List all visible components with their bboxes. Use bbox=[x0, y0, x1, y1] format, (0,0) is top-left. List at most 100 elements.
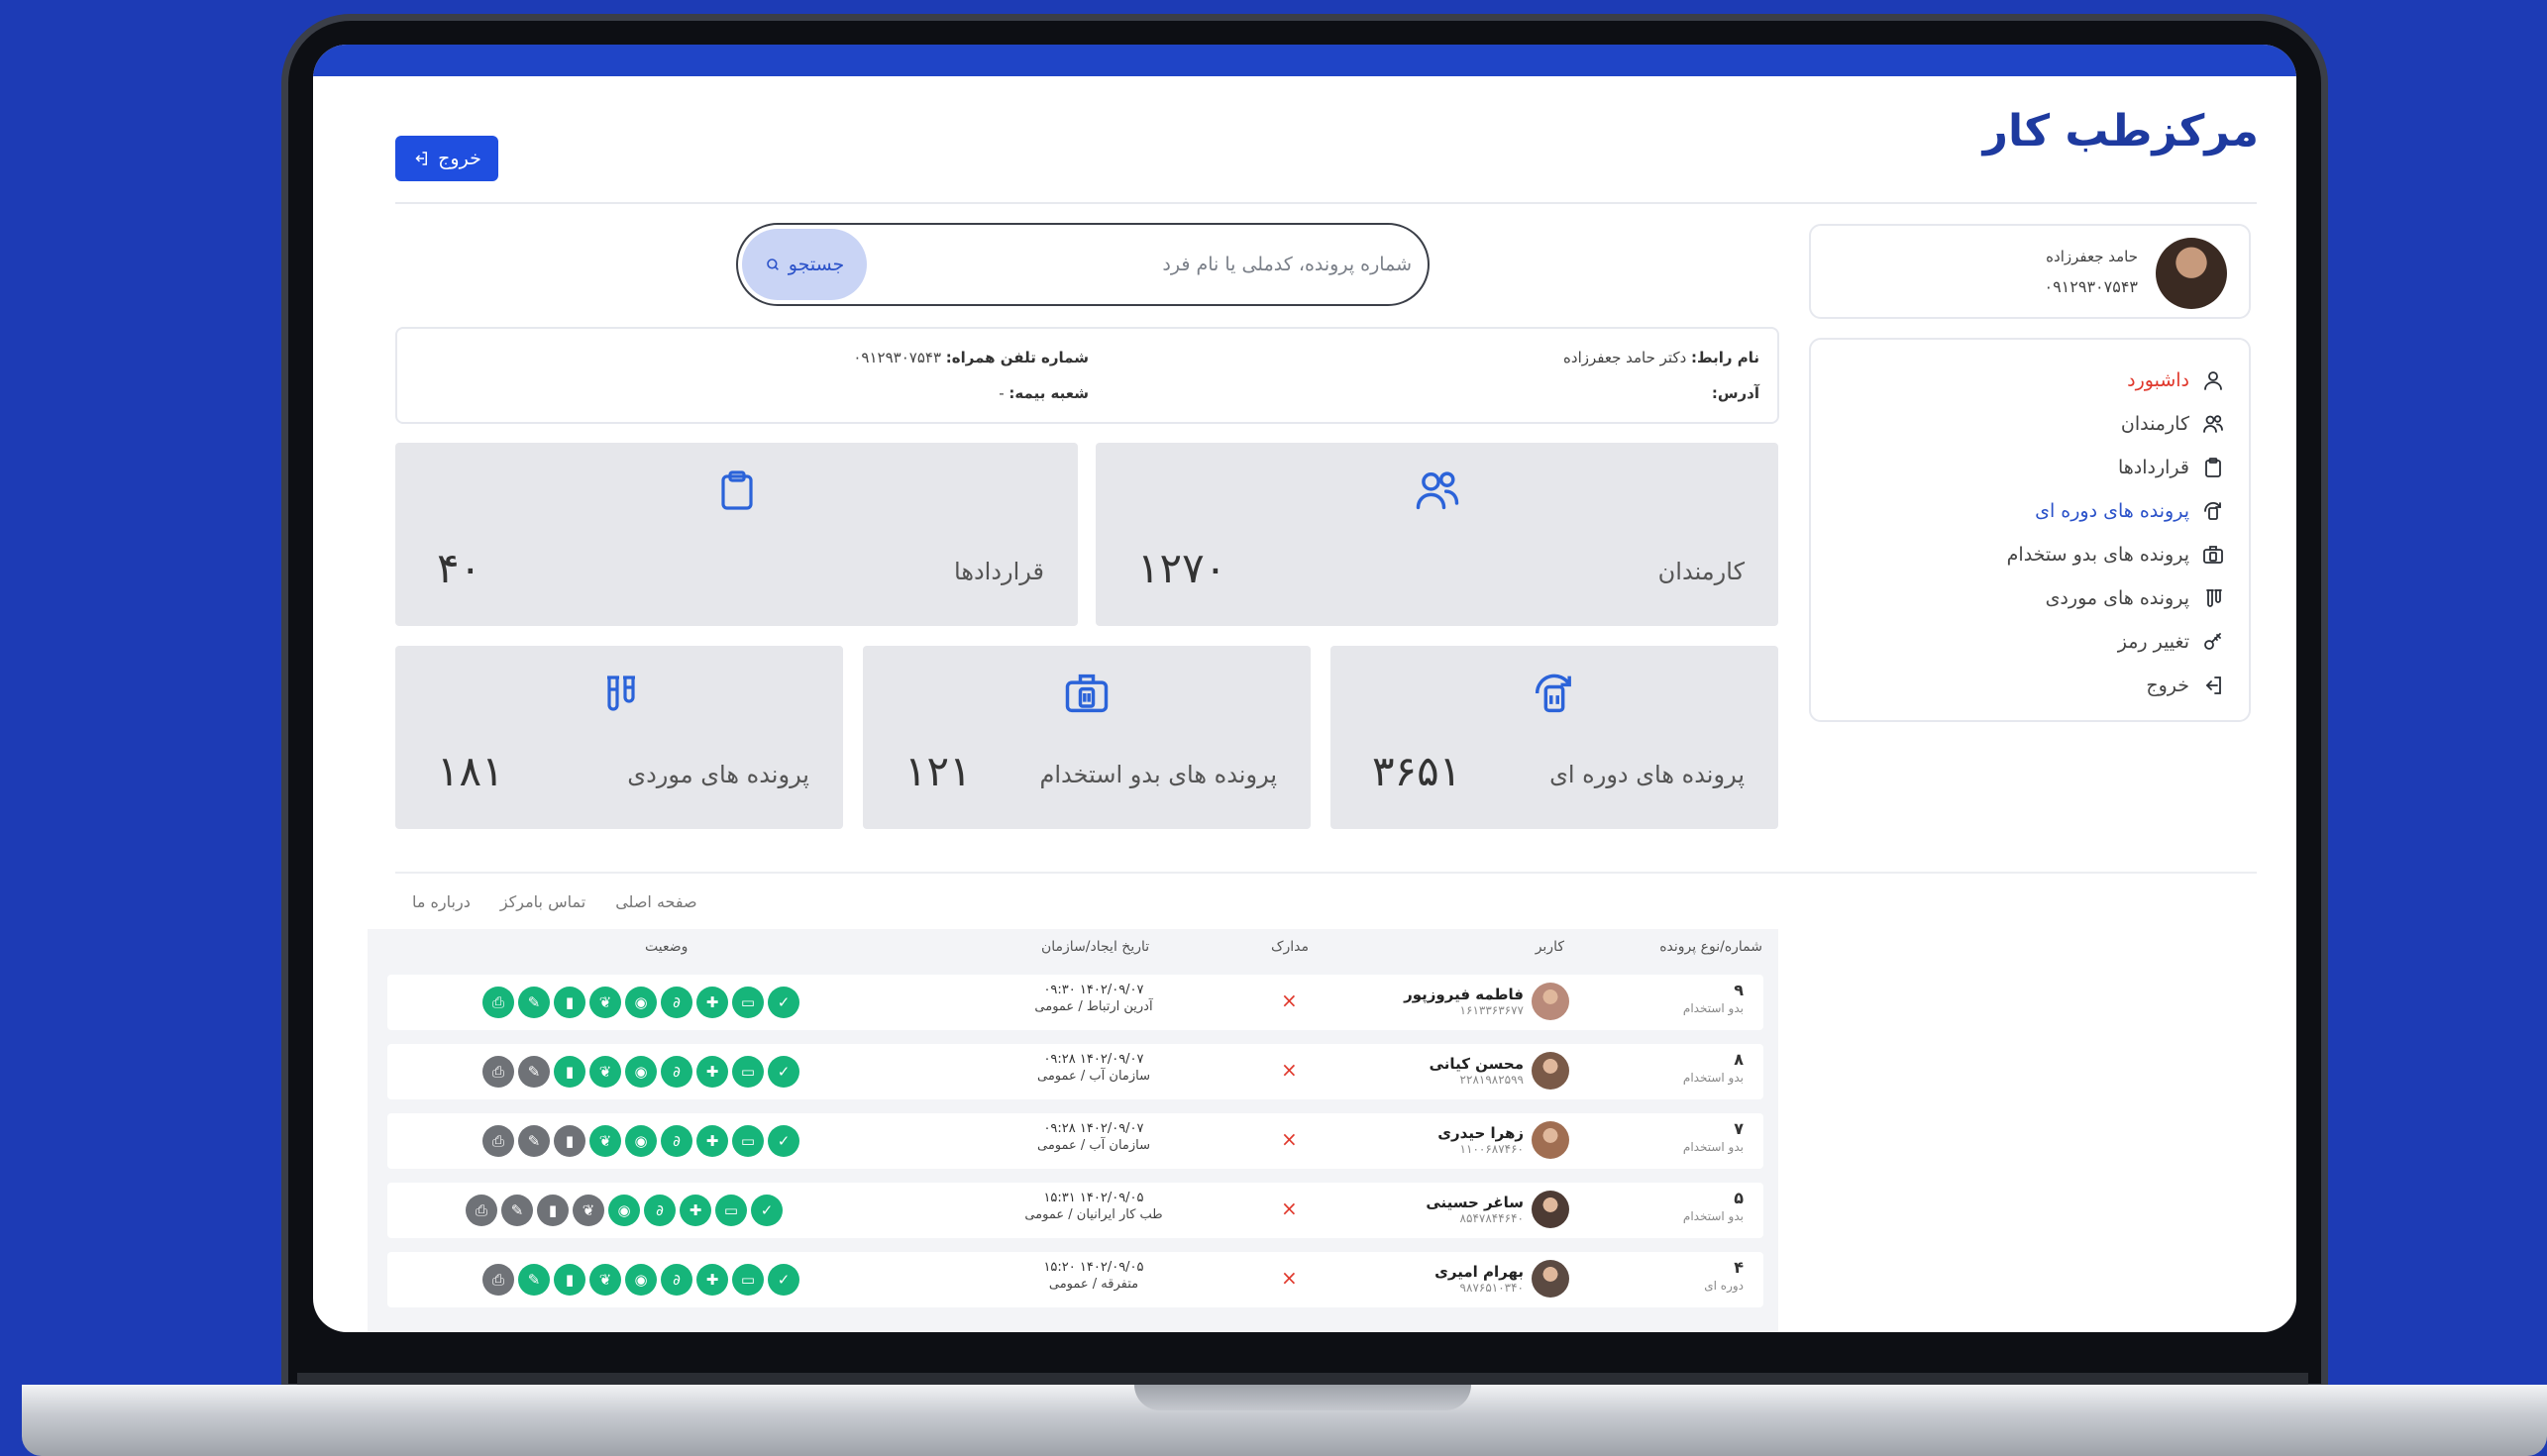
sidebar-item-7[interactable]: خروج bbox=[2146, 669, 2225, 702]
sidebar-item-label: تغییر رمز bbox=[2117, 631, 2189, 653]
date-cell: ۱۴۰۲/۰۹/۰۵ ۱۵:۳۱ طب کار ایرانیان / عمومی bbox=[1021, 1191, 1166, 1222]
table-row[interactable]: ۹ بدو استخدام فاطمه فیروزپور ۱۶۱۳۳۶۳۶۷۷ × ۱۴۰… bbox=[387, 975, 1763, 1030]
header-status: وضعیت bbox=[645, 939, 689, 955]
avatar bbox=[1532, 1260, 1569, 1298]
date-cell: ۱۴۰۲/۰۹/۰۷ ۰۹:۲۸ سازمان آب / عمومی bbox=[1021, 1052, 1166, 1084]
search-button-label: جستجو bbox=[788, 254, 845, 275]
sidebar-item-5[interactable]: پرونده های موردی bbox=[2046, 581, 2225, 615]
organization: سازمان آب / عمومی bbox=[1036, 1069, 1151, 1084]
stat-value: ۱۲۷۰ bbox=[1137, 544, 1227, 592]
file-number-cell: ۹ بدو استخدام bbox=[1683, 981, 1744, 1015]
search-input[interactable] bbox=[897, 239, 1412, 290]
status-icons: ⎙ ✎ ▮ ❦ ◉ ∂ ✚ ▭ ✓ bbox=[482, 1056, 799, 1088]
stat-card-periodic[interactable]: پرونده های دوره ای ۳۶۵۱ bbox=[1330, 646, 1778, 829]
phone-value: ۰۹۱۲۹۳۰۷۵۴۳ bbox=[853, 349, 941, 366]
users-icon bbox=[2203, 415, 2223, 433]
file-number: ۷ bbox=[1734, 1119, 1744, 1138]
status-shield-icon: ✚ bbox=[680, 1195, 711, 1226]
avatar bbox=[1532, 983, 1569, 1020]
sidebar-item-2[interactable]: قراردادها bbox=[2118, 451, 2225, 484]
user-cell: بهرام امیری ۹۸۷۶۵۱۰۳۴۰ bbox=[1434, 1260, 1569, 1298]
logout-button[interactable]: خروج bbox=[395, 136, 498, 181]
table-row[interactable]: ۵ بدو استخدام ساغر حسینی ۸۵۴۷۸۴۴۶۴۰ × ۱۴۰۲/۰۹… bbox=[387, 1183, 1763, 1238]
tube-icon bbox=[2206, 589, 2222, 607]
briefcase-icon bbox=[1065, 674, 1109, 713]
user-national-id: ۱۱۰۰۶۸۷۴۶۰ bbox=[1459, 1142, 1524, 1156]
status-shield-icon: ✚ bbox=[696, 1056, 728, 1088]
briefcase-icon bbox=[2203, 546, 2223, 564]
organization-info-card: نام رابط: دکتر حامد جعفرزاده آدرس: شماره… bbox=[395, 327, 1779, 424]
status-syringe-icon: ✎ bbox=[518, 1056, 550, 1088]
stat-value: ۱۸۱ bbox=[437, 747, 504, 795]
created-date: ۱۴۰۲/۰۹/۰۷ ۰۹:۳۰ bbox=[1043, 983, 1144, 997]
phone-label: شماره تلفن همراه: bbox=[945, 349, 1089, 366]
file-type: بدو استخدام bbox=[1682, 1001, 1744, 1015]
status-lungs-icon: ❦ bbox=[573, 1195, 604, 1226]
user-name: فاطمه فیروزپور bbox=[1404, 986, 1524, 1003]
created-date: ۱۴۰۲/۰۹/۰۷ ۰۹:۲۸ bbox=[1043, 1121, 1144, 1136]
documents-missing-icon: × bbox=[1281, 1127, 1298, 1151]
avatar bbox=[1532, 1121, 1569, 1159]
user-national-id: ۹۸۷۶۵۱۰۳۴۰ bbox=[1459, 1281, 1524, 1295]
clipboard-icon bbox=[720, 470, 753, 510]
status-printer-icon: ⎙ bbox=[482, 987, 514, 1018]
status-ear-icon: ∂ bbox=[644, 1195, 676, 1226]
about-link[interactable]: درباره ما bbox=[412, 892, 471, 911]
stat-value: ۴۰ bbox=[437, 544, 482, 592]
user-name: بهرام امیری bbox=[1434, 1263, 1524, 1281]
periodic-file-icon bbox=[2204, 501, 2221, 520]
file-number: ۴ bbox=[1734, 1258, 1744, 1277]
app-logo: مرکزطب کار bbox=[1982, 106, 2259, 156]
status-tube-icon: ▮ bbox=[554, 1264, 585, 1296]
user-national-id: ۸۵۴۷۸۴۴۶۴۰ bbox=[1459, 1211, 1524, 1225]
sidebar-item-label: کارمندان bbox=[2120, 413, 2189, 435]
user-cell: ساغر حسینی ۸۵۴۷۸۴۴۶۴۰ bbox=[1426, 1191, 1569, 1228]
status-syringe-icon: ✎ bbox=[518, 1264, 550, 1296]
key-icon bbox=[2204, 633, 2221, 650]
branch-label: شعبه بیمه: bbox=[1008, 384, 1089, 402]
users-icon bbox=[1416, 471, 1458, 510]
sidebar-item-0[interactable]: داشبورد bbox=[2127, 364, 2225, 397]
avatar bbox=[1532, 1052, 1569, 1090]
status-syringe-icon: ✎ bbox=[501, 1195, 533, 1226]
profile-card: حامد جعفرزاده ۰۹۱۲۹۳۰۷۵۴۳ bbox=[1809, 224, 2251, 319]
contact-link[interactable]: تماس بامرکز bbox=[500, 892, 585, 911]
status-eye-icon: ◉ bbox=[625, 1125, 657, 1157]
created-date: ۱۴۰۲/۰۹/۰۷ ۰۹:۲۸ bbox=[1043, 1052, 1144, 1067]
sidebar-item-label: پرونده های دوره ای bbox=[2035, 500, 2189, 522]
status-lungs-icon: ❦ bbox=[589, 1125, 621, 1157]
sidebar-item-6[interactable]: تغییر رمز bbox=[2118, 625, 2225, 659]
date-cell: ۱۴۰۲/۰۹/۰۷ ۰۹:۳۰ آدرین ارتباط / عمومی bbox=[1021, 983, 1166, 1014]
status-lungs-icon: ❦ bbox=[589, 1264, 621, 1296]
table-row[interactable]: ۷ بدو استخدام زهرا حیدری ۱۱۰۰۶۸۷۴۶۰ × ۱۴۰۲/۰۹… bbox=[387, 1113, 1763, 1169]
stat-card-case[interactable]: پرونده های موردی ۱۸۱ bbox=[395, 646, 843, 829]
search-button[interactable]: جستجو bbox=[742, 229, 867, 300]
status-eye-icon: ◉ bbox=[625, 987, 657, 1018]
table-row[interactable]: ۴ دوره ای بهرام امیری ۹۸۷۶۵۱۰۳۴۰ × ۱۴۰۲/۰۹/۰۵… bbox=[387, 1252, 1763, 1307]
address: آدرس: bbox=[1712, 384, 1759, 402]
user-icon bbox=[2204, 371, 2222, 390]
user-cell: زهرا حیدری ۱۱۰۰۶۸۷۴۶۰ bbox=[1437, 1121, 1569, 1159]
stat-card-contracts[interactable]: قراردادها ۴۰ bbox=[395, 443, 1078, 626]
laptop-notch bbox=[1134, 1385, 1471, 1410]
file-type: بدو استخدام bbox=[1682, 1140, 1744, 1154]
sidebar-item-3[interactable]: پرونده های دوره ای bbox=[2035, 494, 2225, 528]
tube-icon bbox=[607, 676, 635, 711]
file-number: ۸ bbox=[1734, 1050, 1744, 1069]
sidebar-item-1[interactable]: کارمندان bbox=[2121, 407, 2225, 441]
stat-card-employees[interactable]: کارمندان ۱۲۷۰ bbox=[1096, 443, 1778, 626]
status-check-icon: ✓ bbox=[768, 987, 799, 1018]
organization: سازمان آب / عمومی bbox=[1036, 1138, 1151, 1153]
stat-value: ۳۶۵۱ bbox=[1372, 747, 1462, 795]
status-bandage-icon: ▭ bbox=[715, 1195, 747, 1226]
header-divider bbox=[395, 202, 2257, 204]
home-link[interactable]: صفحه اصلی bbox=[615, 892, 696, 911]
sidebar-item-4[interactable]: پرونده های بدو ستخدام bbox=[2007, 538, 2225, 572]
sidebar-item-label: پرونده های بدو ستخدام bbox=[2006, 544, 2189, 566]
file-number: ۵ bbox=[1734, 1189, 1744, 1207]
stat-card-hiring[interactable]: پرونده های بدو استخدام ۱۲۱ bbox=[863, 646, 1311, 829]
footer-nav: درباره ما تماس بامرکز صفحه اصلی bbox=[412, 892, 697, 911]
sidebar-item-label: داشبورد bbox=[2127, 369, 2189, 391]
status-bandage-icon: ▭ bbox=[732, 987, 764, 1018]
table-row[interactable]: ۸ بدو استخدام محسن کیانی ۲۲۸۱۹۸۲۵۹۹ × ۱۴۰۲/۰۹… bbox=[387, 1044, 1763, 1099]
